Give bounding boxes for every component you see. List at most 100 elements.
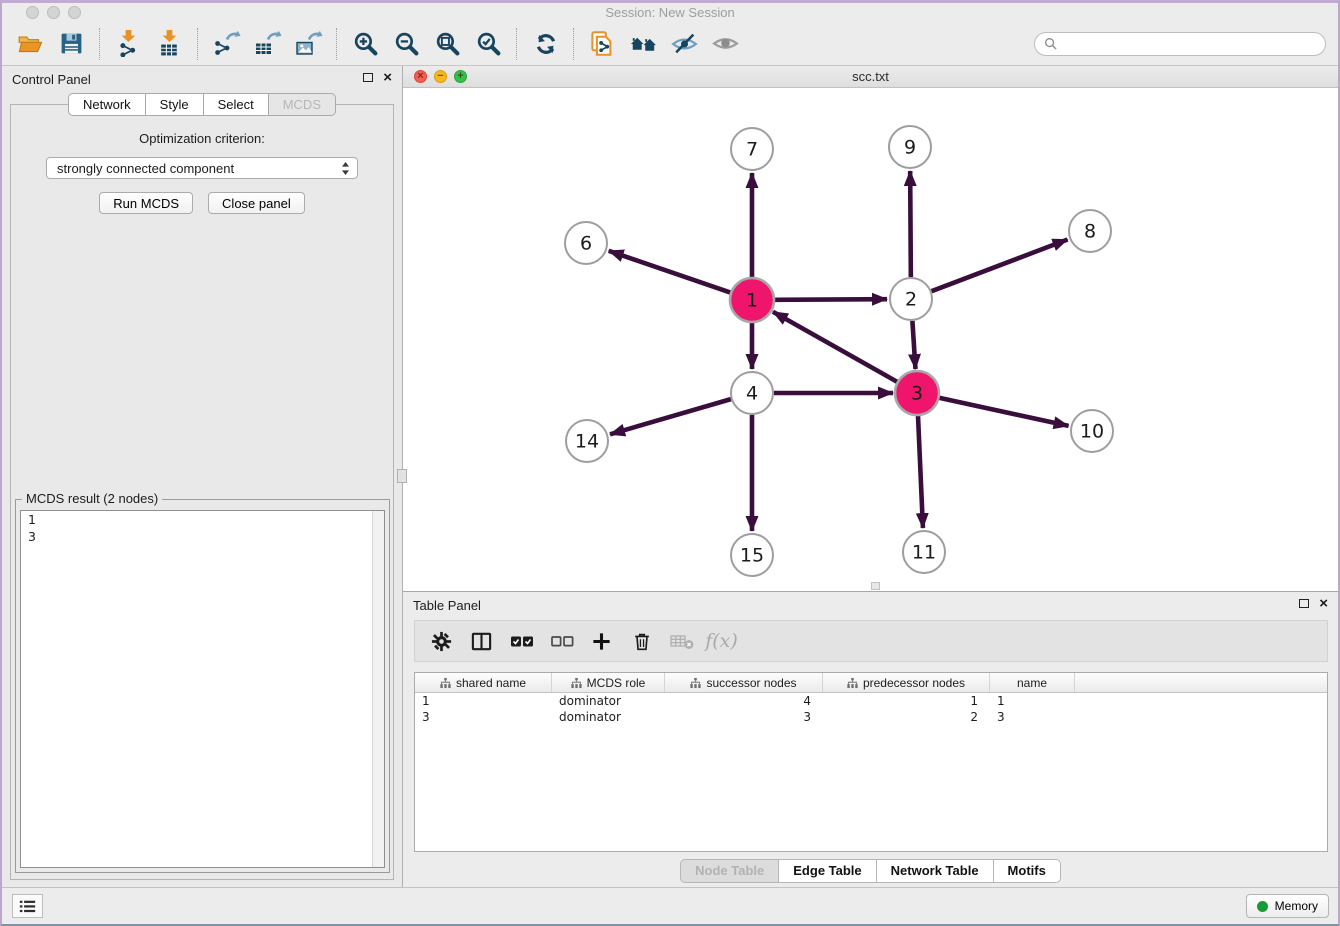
tab-select[interactable]: Select	[204, 93, 269, 116]
close-table-panel-icon[interactable]	[1319, 598, 1328, 609]
control-panel-tabs: NetworkStyleSelectMCDS	[2, 93, 402, 115]
zoom-selected-button[interactable]	[468, 25, 509, 63]
table-cell-successor-nodes: 3	[665, 709, 823, 725]
tab-motifs[interactable]: Motifs	[994, 859, 1061, 883]
export-network-button[interactable]	[206, 25, 247, 63]
import-table-button[interactable]	[149, 25, 190, 63]
graph-node-3[interactable]: 3	[895, 371, 939, 415]
zoom-out-button[interactable]	[386, 25, 427, 63]
table-panel: Table Panel f(x) shared nameMCDS rolesuc…	[403, 592, 1338, 888]
graph-node-4[interactable]: 4	[731, 372, 773, 414]
column-header-label: name	[1017, 676, 1047, 690]
search-box[interactable]	[1034, 32, 1326, 56]
graph-node-15[interactable]: 15	[731, 534, 773, 576]
float-table-panel-icon[interactable]	[1299, 599, 1309, 608]
show-graphics-details-button[interactable]	[705, 25, 746, 63]
table-cell-shared-name: 1	[415, 693, 552, 709]
graph-edge-1-6[interactable]	[609, 251, 731, 293]
table-row[interactable]: 1dominator411	[415, 693, 1327, 709]
select-all-checkboxes-button[interactable]	[503, 623, 540, 659]
close-panel-button[interactable]: Close panel	[208, 192, 305, 214]
column-header-name[interactable]: name	[990, 673, 1075, 692]
open-file-button[interactable]	[10, 25, 51, 63]
hide-graphics-details-icon	[671, 31, 698, 56]
new-network-from-selection-button[interactable]	[582, 25, 623, 63]
memory-button[interactable]: Memory	[1246, 894, 1329, 918]
float-panel-icon[interactable]	[363, 73, 373, 82]
run-mcds-button[interactable]: Run MCDS	[99, 192, 193, 214]
tab-style[interactable]: Style	[146, 93, 204, 116]
node-label: 11	[912, 542, 936, 564]
table-cell-mcds-role: dominator	[552, 709, 665, 725]
tab-mcds[interactable]: MCDS	[269, 93, 336, 116]
graph-node-8[interactable]: 8	[1069, 210, 1111, 252]
main-toolbar-buttons	[10, 25, 746, 63]
graph-edge-1-2[interactable]	[774, 299, 887, 300]
result-scrollbar[interactable]	[372, 511, 384, 867]
main-toolbar	[2, 22, 1338, 66]
graph-node-14[interactable]: 14	[566, 420, 608, 462]
graph-node-2[interactable]: 2	[890, 278, 932, 320]
delete-table-column-icon	[669, 631, 695, 652]
column-header-predecessor-nodes[interactable]: predecessor nodes	[823, 673, 990, 692]
table-cell-name: 1	[990, 693, 1075, 709]
refresh-view-button[interactable]	[525, 25, 566, 63]
function-builder-button: f(x)	[703, 623, 740, 659]
shared-column-icon	[690, 677, 701, 689]
table-row[interactable]: 3dominator323	[415, 709, 1327, 725]
save-session-button[interactable]	[51, 25, 92, 63]
graph-node-6[interactable]: 6	[565, 222, 607, 264]
toolbar-separator	[197, 28, 199, 60]
graph-edge-4-14[interactable]	[610, 399, 731, 434]
panel-splitter-handle[interactable]	[397, 469, 407, 483]
network-canvas[interactable]: 7 9 6 8 1 2 4 3 14 10 15 11	[403, 88, 1338, 591]
graph-edge-3-11[interactable]	[918, 415, 923, 528]
table-settings-button[interactable]	[423, 623, 460, 659]
import-network-button[interactable]	[108, 25, 149, 63]
graph-node-10[interactable]: 10	[1071, 410, 1113, 452]
shared-column-icon	[847, 677, 858, 689]
node-label: 7	[746, 139, 758, 161]
mcds-result-list[interactable]: 13	[20, 510, 385, 868]
column-header-label: MCDS role	[587, 676, 646, 690]
graph-edge-3-1[interactable]	[773, 312, 898, 382]
export-image-button[interactable]	[288, 25, 329, 63]
zoom-in-button[interactable]	[345, 25, 386, 63]
application-window: Session: New Session Control Panel Netwo…	[0, 0, 1340, 926]
deselect-all-checkboxes-button[interactable]	[543, 623, 580, 659]
column-header-successor-nodes[interactable]: successor nodes	[665, 673, 823, 692]
split-panel-button[interactable]	[463, 623, 500, 659]
graph-node-11[interactable]: 11	[903, 531, 945, 573]
show-graphics-details-icon	[712, 31, 739, 56]
close-panel-icon[interactable]	[383, 72, 392, 83]
zoom-fit-button[interactable]	[427, 25, 468, 63]
criterion-select[interactable]: strongly connected component	[46, 157, 358, 179]
graph-node-1[interactable]: 1	[730, 278, 774, 322]
hide-graphics-details-button[interactable]	[664, 25, 705, 63]
control-panel: Control Panel NetworkStyleSelectMCDS Opt…	[2, 66, 403, 888]
delete-entry-button[interactable]	[623, 623, 660, 659]
network-home-button[interactable]	[623, 25, 664, 63]
graph-node-7[interactable]: 7	[731, 128, 773, 170]
tab-edge-table[interactable]: Edge Table	[779, 859, 876, 883]
column-header-shared-name[interactable]: shared name	[415, 673, 552, 692]
graph-edge-2-8[interactable]	[932, 240, 1068, 292]
graph-node-9[interactable]: 9	[889, 126, 931, 168]
deselect-all-checkboxes-icon	[549, 630, 575, 652]
canvas-splitter-handle[interactable]	[871, 582, 880, 590]
column-header-mcds-role[interactable]: MCDS role	[552, 673, 665, 692]
import-table-icon	[156, 30, 183, 57]
add-entry-button[interactable]	[583, 623, 620, 659]
tab-network-table[interactable]: Network Table	[877, 859, 994, 883]
graph-edge-3-10[interactable]	[938, 398, 1068, 426]
graph-edge-2-9[interactable]	[910, 171, 911, 277]
mcds-result-item[interactable]: 3	[21, 528, 384, 545]
search-input[interactable]	[1063, 36, 1316, 52]
mcds-result-item[interactable]: 1	[21, 511, 384, 528]
export-table-button[interactable]	[247, 25, 288, 63]
graph-edge-2-3[interactable]	[912, 321, 915, 369]
network-graph[interactable]: 7 9 6 8 1 2 4 3 14 10 15 11	[403, 88, 1340, 592]
tab-network[interactable]: Network	[68, 93, 146, 116]
tab-node-table[interactable]: Node Table	[680, 859, 779, 883]
task-history-button[interactable]	[12, 894, 43, 918]
